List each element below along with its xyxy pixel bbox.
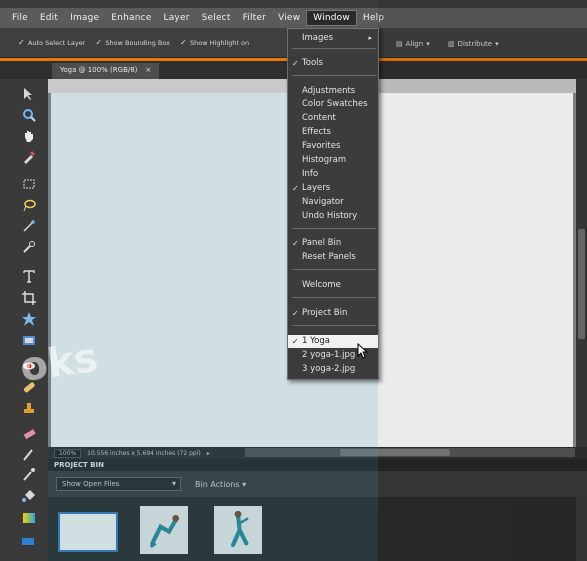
menu-item-label: Images	[302, 33, 334, 43]
menu-separator	[292, 48, 376, 49]
marquee-tool-icon[interactable]	[18, 175, 40, 193]
menu-item-label: Reset Panels	[302, 252, 356, 262]
menu-item-layers[interactable]: ✓ Layers	[288, 182, 378, 195]
menu-item-reset-panels[interactable]: Reset Panels	[288, 251, 378, 264]
auto-select-label: Auto Select Layer	[28, 38, 86, 47]
menu-item-adjustments[interactable]: Adjustments	[288, 85, 378, 98]
menu-item-label: Favorites	[302, 141, 341, 151]
menu-item-file-3[interactable]: 3 yoga-2.jpg	[288, 363, 378, 376]
menu-item-color-swatches[interactable]: Color Swatches	[288, 98, 378, 111]
menu-item-tools[interactable]: ✓ Tools	[288, 57, 378, 70]
type-tool-icon[interactable]	[18, 267, 40, 285]
menu-separator	[292, 325, 376, 326]
brush-tool-icon[interactable]	[18, 445, 40, 463]
menu-window[interactable]: Window	[306, 10, 357, 26]
menu-item-content[interactable]: Content	[288, 112, 378, 125]
photoshop-elements-window: File Edit Image Enhance Layer Select Fil…	[0, 0, 587, 561]
checkmark-icon: ✓	[292, 59, 299, 68]
menu-edit[interactable]: Edit	[34, 11, 64, 25]
bounding-box-label: Show Bounding Box	[105, 38, 171, 47]
menu-filter[interactable]: Filter	[237, 11, 273, 25]
menu-item-label: Undo History	[302, 211, 358, 221]
menu-item-label: Layers	[302, 183, 331, 193]
checkmark-icon: ✓	[180, 38, 187, 47]
smart-brush-tool-icon[interactable]	[18, 465, 40, 483]
menu-item-welcome[interactable]: Welcome	[288, 279, 378, 292]
window-menu-dropdown: Images ▸ ✓ Tools Adjustments Color Swatche…	[287, 28, 379, 380]
menu-item-undo-history[interactable]: Undo History	[288, 210, 378, 223]
paint-bucket-tool-icon[interactable]	[18, 487, 40, 505]
move-tool-icon[interactable]	[18, 85, 40, 103]
submenu-arrow-icon: ▸	[368, 34, 372, 42]
menu-item-label: 1 Yoga	[302, 336, 330, 346]
highlight-label: Show Highlight on	[190, 38, 250, 47]
checkmark-icon: ✓	[18, 38, 25, 47]
menu-select[interactable]: Select	[196, 11, 237, 25]
crop-tool-icon[interactable]	[18, 289, 40, 307]
checkmark-icon: ✓	[292, 239, 299, 248]
menu-item-label: Welcome	[302, 280, 341, 290]
menu-item-label: Adjustments	[302, 86, 356, 96]
menu-item-images[interactable]: Images ▸	[288, 32, 378, 45]
menu-enhance[interactable]: Enhance	[105, 11, 157, 25]
toolbox	[0, 79, 48, 561]
watermark-shade	[378, 0, 587, 561]
menu-item-label: Content	[302, 113, 336, 123]
eyedropper-tool-icon[interactable]	[18, 148, 40, 166]
menu-item-label: Panel Bin	[302, 238, 342, 248]
auto-select-option[interactable]: ✓ Auto Select Layer	[18, 39, 85, 47]
highlight-option[interactable]: ✓ Show Highlight on	[180, 39, 249, 47]
menu-item-label: Info	[302, 169, 319, 179]
checkmark-icon: ✓	[292, 184, 299, 193]
quick-selection-tool-icon[interactable]	[18, 238, 40, 256]
menu-item-label: 3 yoga-2.jpg	[302, 364, 356, 374]
menu-item-panel-bin[interactable]: ✓ Panel Bin	[288, 237, 378, 250]
menu-item-label: Effects	[302, 127, 331, 137]
color-swatch-icon[interactable]	[18, 531, 40, 549]
checkmark-icon: ✓	[95, 38, 103, 47]
menu-item-info[interactable]: Info	[288, 168, 378, 181]
cookie-cutter-tool-icon[interactable]	[18, 310, 40, 328]
menu-item-label: Histogram	[302, 155, 347, 165]
document-tab-title: Yoga @ 100% (RGB/8)	[60, 66, 138, 74]
mouse-cursor-icon	[357, 343, 369, 359]
menu-separator	[292, 75, 376, 76]
menu-item-effects[interactable]: Effects	[288, 126, 378, 139]
menu-item-label: Tools	[302, 58, 323, 68]
menu-file[interactable]: File	[6, 11, 34, 25]
checkmark-icon: ✓	[292, 309, 299, 318]
eraser-tool-icon[interactable]	[18, 425, 40, 443]
menu-separator	[292, 297, 376, 298]
menu-item-favorites[interactable]: Favorites	[288, 140, 378, 153]
clone-stamp-tool-icon[interactable]	[18, 399, 40, 417]
menu-item-label: Navigator	[302, 197, 344, 207]
menu-item-histogram[interactable]: Histogram	[288, 154, 378, 167]
menu-item-label: Project Bin	[302, 308, 348, 318]
lasso-tool-icon[interactable]	[18, 196, 40, 214]
close-icon[interactable]: ×	[145, 66, 151, 76]
menu-separator	[292, 269, 376, 270]
gradient-tool-icon[interactable]	[18, 509, 40, 527]
menu-item-label: 2 yoga-1.jpg	[302, 350, 356, 360]
menu-layer[interactable]: Layer	[158, 11, 196, 25]
menu-item-project-bin[interactable]: ✓ Project Bin	[288, 307, 378, 320]
menu-item-label: Color Swatches	[302, 99, 368, 109]
menu-image[interactable]: Image	[64, 11, 105, 25]
menu-separator	[292, 228, 376, 229]
bounding-box-option[interactable]: ✓ Show Bounding Box	[95, 39, 170, 47]
menu-item-navigator[interactable]: Navigator	[288, 196, 378, 209]
magic-wand-tool-icon[interactable]	[18, 217, 40, 235]
document-tab[interactable]: Yoga @ 100% (RGB/8) ×	[52, 63, 160, 79]
hand-tool-icon[interactable]	[18, 127, 40, 145]
menu-view[interactable]: View	[272, 11, 306, 25]
checkmark-icon: ✓	[292, 337, 299, 346]
zoom-tool-icon[interactable]	[18, 106, 40, 124]
